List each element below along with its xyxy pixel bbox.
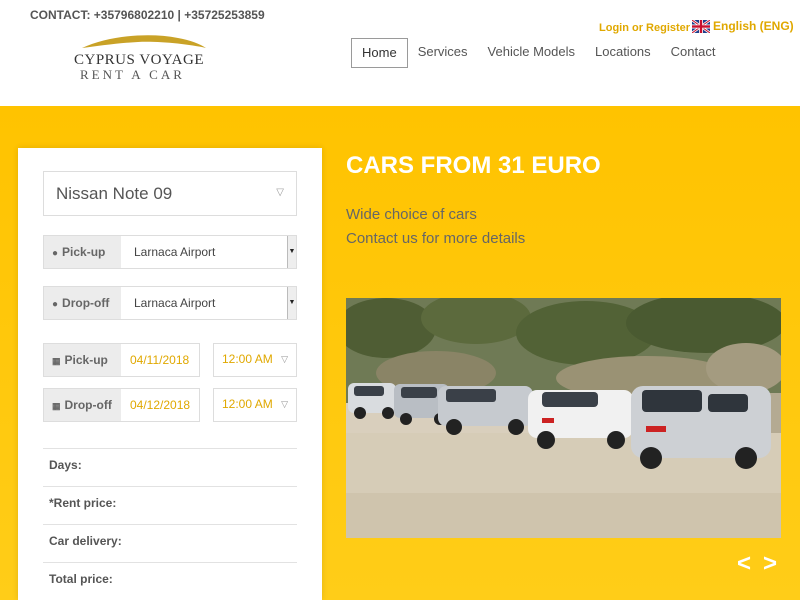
chevron-down-icon: ▽ (281, 354, 288, 364)
dropoff-location-value: Larnaca Airport (134, 296, 216, 310)
pickup-date-label: ▦ Pick-up (44, 344, 121, 376)
site-header: CONTACT: +35796802210 | +35725253859 CYP… (0, 0, 800, 106)
site-logo[interactable]: CYPRUS VOYAGE RENT A CAR (72, 32, 212, 87)
map-pin-icon: ● (52, 248, 59, 259)
car-model-value: Nissan Note 09 (56, 184, 173, 203)
pickup-location-select[interactable]: ● Pick-up Larnaca Airport ▼ (43, 235, 297, 269)
slider-next-arrow[interactable]: > (763, 550, 777, 578)
summary-days-label: Days: (49, 458, 82, 472)
chevron-down-icon: ▽ (276, 187, 284, 198)
nav-contact[interactable]: Contact (661, 38, 726, 68)
summary-rent-price-row: *Rent price: (43, 486, 297, 524)
nav-vehicle-models[interactable]: Vehicle Models (478, 38, 585, 68)
car-swoosh-icon (82, 35, 206, 48)
summary-total-price-label: Total price: (49, 572, 113, 586)
calendar-icon: ▦ (52, 401, 61, 411)
hero-photo-parked-cars (346, 298, 781, 538)
logo-subtitle: RENT A CAR (80, 67, 185, 82)
uk-flag-icon (692, 19, 710, 33)
calendar-icon: ▦ (52, 356, 61, 366)
map-pin-icon: ● (52, 299, 59, 310)
dropoff-date-value: 04/12/2018 (130, 398, 191, 412)
chevron-down-icon: ▽ (281, 399, 288, 409)
summary-total-price-row: Total price: (43, 562, 297, 600)
dropoff-time-select[interactable]: 12:00 AM ▽ (213, 388, 297, 422)
dropoff-location-label: ● Drop-off (44, 287, 121, 319)
dropoff-time-value: 12:00 AM (222, 397, 273, 411)
car-model-select[interactable]: Nissan Note 09 ▽ (43, 171, 297, 216)
hero-subtitle-1: Wide choice of cars (346, 206, 477, 223)
select-arrow-icon: ▼ (287, 236, 296, 268)
contact-phones: CONTACT: +35796802210 | +35725253859 (30, 8, 265, 22)
dropoff-date-label: ▦ Drop-off (44, 389, 121, 421)
hero-title: CARS FROM 31 EURO (346, 152, 601, 179)
pickup-time-select[interactable]: 12:00 AM ▽ (213, 343, 297, 377)
login-register-link[interactable]: Login or Register (599, 22, 690, 34)
booking-panel: Nissan Note 09 ▽ ● Pick-up Larnaca Airpor… (18, 148, 322, 600)
pickup-location-label: ● Pick-up (44, 236, 121, 268)
nav-locations[interactable]: Locations (585, 38, 661, 68)
slider-prev-arrow[interactable]: < (737, 550, 751, 578)
hero-subtitle-2: Contact us for more details (346, 230, 526, 247)
nav-home[interactable]: Home (351, 38, 408, 68)
language-selector[interactable]: English (ENG) (692, 19, 794, 33)
main-nav: Home Services Vehicle Models Locations C… (351, 38, 725, 68)
summary-car-delivery-row: Car delivery: (43, 524, 297, 562)
nav-services[interactable]: Services (408, 38, 478, 68)
dropoff-location-select[interactable]: ● Drop-off Larnaca Airport ▼ (43, 286, 297, 320)
pickup-location-value: Larnaca Airport (134, 245, 216, 259)
language-label: English (ENG) (713, 19, 794, 33)
select-arrow-icon: ▼ (287, 287, 296, 319)
pickup-date-field[interactable]: ▦ Pick-up 04/11/2018 (43, 343, 200, 377)
summary-days-row: Days: (43, 448, 297, 486)
pickup-time-value: 12:00 AM (222, 352, 273, 366)
summary-car-delivery-label: Car delivery: (49, 534, 122, 548)
summary-rent-price-label: *Rent price: (49, 496, 117, 510)
dropoff-date-field[interactable]: ▦ Drop-off 04/12/2018 (43, 388, 200, 422)
pickup-date-value: 04/11/2018 (130, 353, 190, 367)
